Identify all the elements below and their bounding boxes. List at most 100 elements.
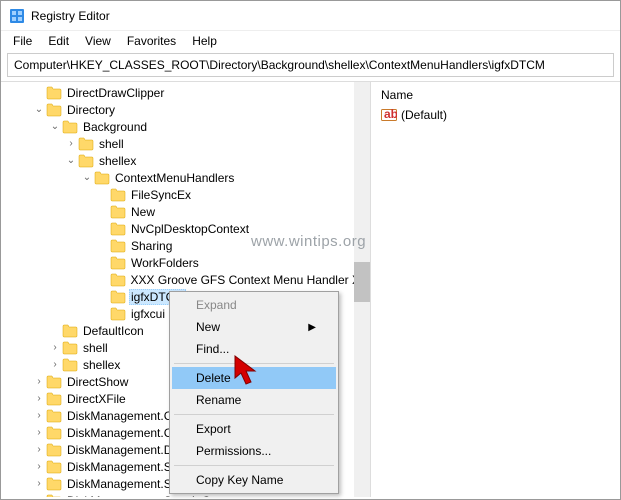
menu-favorites[interactable]: Favorites <box>119 32 184 50</box>
tree-item-label: DiskManagement.Da <box>65 443 181 457</box>
value-name: (Default) <box>401 108 447 122</box>
menu-item-export[interactable]: Export <box>172 418 336 440</box>
tree-item[interactable]: ⌄ Background <box>1 118 370 135</box>
folder-icon <box>46 477 62 491</box>
tree-item-label: igfxcui <box>129 307 167 321</box>
value-row-default[interactable]: ab (Default) <box>379 106 612 124</box>
tree-item[interactable]: NvCplDesktopContext <box>1 220 370 237</box>
tree-item-label: DiskManagement.Sn <box>65 477 180 491</box>
folder-icon <box>110 239 126 253</box>
address-bar[interactable]: Computer\HKEY_CLASSES_ROOT\Directory\Bac… <box>7 53 614 77</box>
folder-icon <box>46 426 62 440</box>
regedit-icon <box>9 8 25 24</box>
menu-item-permissions-[interactable]: Permissions... <box>172 440 336 462</box>
folder-icon <box>62 341 78 355</box>
chevron-right-icon[interactable]: › <box>33 376 45 387</box>
menu-item-label: New <box>196 320 220 334</box>
menu-item-copy-key-name[interactable]: Copy Key Name <box>172 469 336 491</box>
menu-view[interactable]: View <box>77 32 119 50</box>
tree-item[interactable]: ⌄ Directory <box>1 101 370 118</box>
value-pane: Name ab (Default) <box>371 82 620 497</box>
folder-icon <box>46 375 62 389</box>
tree-item[interactable]: DirectDrawClipper <box>1 84 370 101</box>
menu-item-expand: Expand <box>172 294 336 316</box>
chevron-right-icon[interactable]: › <box>49 359 61 370</box>
menu-item-label: Expand <box>196 298 237 312</box>
tree-item-label: NvCplDesktopContext <box>129 222 251 236</box>
chevron-down-icon[interactable]: ⌄ <box>65 155 77 166</box>
menu-item-rename[interactable]: Rename <box>172 389 336 411</box>
tree-item-label: WorkFolders <box>129 256 201 270</box>
chevron-down-icon[interactable]: ⌄ <box>49 121 61 132</box>
tree-item-label: XXX Groove GFS Context Menu Handler XX <box>129 273 370 287</box>
menu-edit[interactable]: Edit <box>40 32 77 50</box>
tree-item[interactable]: New <box>1 203 370 220</box>
column-header-name[interactable]: Name <box>379 84 612 106</box>
tree-item-label: DirectXFile <box>65 392 128 406</box>
tree-item-label: Sharing <box>129 239 174 253</box>
tree-item-label: DefaultIcon <box>81 324 146 338</box>
menubar: File Edit View Favorites Help <box>1 31 620 51</box>
tree-item[interactable]: Sharing <box>1 237 370 254</box>
submenu-arrow-icon: ▶ <box>308 322 316 333</box>
menu-help[interactable]: Help <box>184 32 225 50</box>
folder-icon <box>46 103 62 117</box>
folder-icon <box>110 205 126 219</box>
menu-separator <box>174 414 334 415</box>
tree-scrollbar[interactable] <box>354 82 370 497</box>
chevron-down-icon[interactable]: ⌄ <box>33 104 45 115</box>
window-title: Registry Editor <box>31 9 110 23</box>
tree-item-label: Background <box>81 120 149 134</box>
folder-icon <box>46 86 62 100</box>
tree-item-label: DirectShow <box>65 375 130 389</box>
tree-item-label: Directory <box>65 103 117 117</box>
tree-item-label: shellex <box>81 358 122 372</box>
tree-item[interactable]: XXX Groove GFS Context Menu Handler XX <box>1 271 370 288</box>
chevron-right-icon[interactable]: › <box>33 461 45 472</box>
chevron-right-icon[interactable]: › <box>33 393 45 404</box>
folder-icon <box>62 358 78 372</box>
chevron-right-icon[interactable]: › <box>33 427 45 438</box>
chevron-right-icon[interactable]: › <box>33 410 45 421</box>
menu-item-delete[interactable]: Delete <box>172 367 336 389</box>
menu-item-label: Find... <box>196 342 229 356</box>
titlebar: Registry Editor <box>1 1 620 31</box>
folder-icon <box>62 120 78 134</box>
tree-item-label: DiskManagement.Co <box>65 426 181 440</box>
tree-scrollbar-thumb[interactable] <box>354 262 370 302</box>
folder-icon <box>110 307 126 321</box>
folder-icon <box>46 494 62 498</box>
folder-icon <box>110 222 126 236</box>
folder-icon <box>110 256 126 270</box>
tree-item-label: shell <box>81 341 110 355</box>
tree-item[interactable]: ›shell <box>1 135 370 152</box>
menu-item-find-[interactable]: Find... <box>172 338 336 360</box>
menu-item-new[interactable]: New ▶ <box>172 316 336 338</box>
tree-item-label: DiskManagement.Co <box>65 409 181 423</box>
tree-item[interactable]: FileSyncEx <box>1 186 370 203</box>
chevron-right-icon[interactable]: › <box>33 478 45 489</box>
folder-icon <box>78 154 94 168</box>
folder-icon <box>78 137 94 151</box>
tree-item[interactable]: ⌄ shellex <box>1 152 370 169</box>
tree-item-label: DiskManagement.SnapInComponent <box>65 494 266 498</box>
string-value-icon: ab <box>381 107 397 123</box>
chevron-right-icon[interactable]: › <box>33 444 45 455</box>
chevron-right-icon[interactable]: › <box>65 138 77 149</box>
folder-icon <box>62 324 78 338</box>
menu-item-label: Copy Key Name <box>196 473 283 487</box>
menu-item-label: Rename <box>196 393 241 407</box>
folder-icon <box>46 392 62 406</box>
folder-icon <box>110 290 126 304</box>
folder-icon <box>46 443 62 457</box>
tree-item-label: DiskManagement.Sn <box>65 460 180 474</box>
menu-item-label: Export <box>196 422 231 436</box>
tree-item-label: shellex <box>97 154 138 168</box>
tree-item[interactable]: ⌄ContextMenuHandlers <box>1 169 370 186</box>
menu-item-label: Permissions... <box>196 444 271 458</box>
chevron-right-icon[interactable]: › <box>49 342 61 353</box>
tree-item[interactable]: WorkFolders <box>1 254 370 271</box>
chevron-down-icon[interactable]: ⌄ <box>81 172 93 183</box>
menu-file[interactable]: File <box>5 32 40 50</box>
tree-item-label: FileSyncEx <box>129 188 193 202</box>
